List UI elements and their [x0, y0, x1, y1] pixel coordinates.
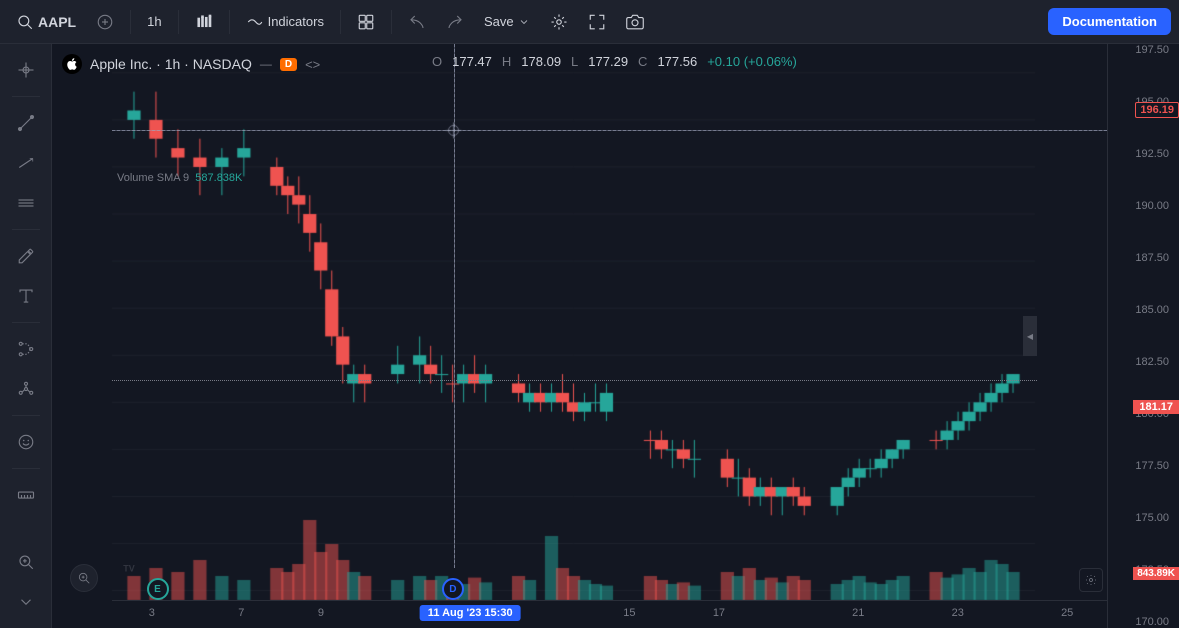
price-tick-label: 192.50 [1135, 148, 1175, 160]
scroll-down-tool[interactable] [8, 584, 44, 620]
time-tick-label: 25 [1061, 607, 1073, 619]
price-tick-label: 177.50 [1135, 460, 1175, 472]
ticker-label: AAPL [38, 14, 76, 30]
save-button[interactable]: Save [476, 10, 538, 33]
chart-company-name: Apple Inc. · 1h · NASDAQ [90, 56, 252, 72]
close-value: 177.56 [657, 54, 697, 69]
time-tick-label: 15 [623, 607, 635, 619]
divider-2 [178, 10, 179, 34]
event-marker-e[interactable]: E [147, 578, 169, 600]
path-tool[interactable] [8, 331, 44, 367]
ruler-tool[interactable] [8, 477, 44, 513]
chart-type-button[interactable] [187, 9, 221, 35]
price-tick-label: 170.00 [1135, 616, 1175, 628]
indicators-button[interactable]: Indicators [238, 9, 332, 35]
save-label: Save [484, 14, 514, 29]
volume-last-label: 843.89K [1133, 567, 1179, 580]
timeframe-button[interactable]: 1h [139, 10, 169, 33]
crosshair-tool[interactable] [8, 52, 44, 88]
dash-line-icon: — [260, 57, 272, 71]
tool-divider-3 [12, 322, 40, 323]
redo-button[interactable] [438, 9, 472, 35]
templates-button[interactable] [349, 9, 383, 35]
left-toolbar [0, 44, 52, 628]
fullscreen-button[interactable] [580, 9, 614, 35]
indicators-label: Indicators [268, 14, 324, 29]
price-label-list: 197.50195.00192.50190.00187.50185.00182.… [1135, 44, 1175, 628]
price-axis: 197.50195.00192.50190.00187.50185.00182.… [1107, 44, 1179, 628]
trendline-tool[interactable] [8, 145, 44, 181]
tool-divider-4 [12, 415, 40, 416]
current-price-label: 196.19 [1135, 102, 1179, 118]
time-tick-label: 21 [852, 607, 864, 619]
emoji-tool[interactable] [8, 424, 44, 460]
change-value: +0.10 (+0.06%) [707, 54, 797, 69]
settings-gear-button[interactable] [1079, 568, 1103, 592]
open-value: 177.47 [452, 54, 492, 69]
add-symbol-button[interactable] [88, 9, 122, 35]
doc-label: Documentation [1062, 14, 1157, 29]
time-tick-label: 3 [149, 607, 155, 619]
code-toggle-icon[interactable]: <> [305, 57, 320, 72]
chart-header: Apple Inc. · 1h · NASDAQ — D <> [62, 54, 320, 74]
ohlc-bar: O177.47 H178.09 L177.29 C177.56 +0.10 (+… [432, 54, 797, 69]
candlestick-chart[interactable] [52, 44, 1107, 628]
cluster-tool[interactable] [8, 371, 44, 407]
time-tick-label: 11 Aug '23 15:30 [420, 605, 521, 621]
price-tick-label: 185.00 [1135, 304, 1175, 316]
line-tool[interactable] [8, 105, 44, 141]
svg-text:TV: TV [123, 563, 134, 573]
volume-label: Volume SMA 9 587.838K [117, 172, 242, 184]
low-value: 177.29 [588, 54, 628, 69]
zoom-button[interactable] [70, 564, 98, 592]
price-tick-label: 182.50 [1135, 356, 1175, 368]
high-value: 178.09 [521, 54, 561, 69]
search-button[interactable]: AAPL [8, 9, 84, 35]
scroll-right-arrow[interactable]: ◀ [1023, 316, 1037, 356]
divider-5 [391, 10, 392, 34]
settings-button[interactable] [542, 9, 576, 35]
event-marker-d[interactable]: D [442, 578, 464, 600]
price-tick-label: 175.00 [1135, 512, 1175, 524]
tool-divider-5 [12, 468, 40, 469]
time-tick-label: 7 [238, 607, 244, 619]
snapshot-button[interactable] [618, 9, 652, 35]
divider-1 [130, 10, 131, 34]
hline-tool[interactable] [8, 185, 44, 221]
time-tick-label: 23 [952, 607, 964, 619]
zoom-in-tool[interactable] [8, 544, 44, 580]
chart-area[interactable]: Apple Inc. · 1h · NASDAQ — D <> O177.47 … [52, 44, 1107, 628]
documentation-button[interactable]: Documentation [1048, 8, 1171, 35]
price-tick-label: 190.00 [1135, 200, 1175, 212]
company-logo [62, 54, 82, 74]
main-area: Apple Inc. · 1h · NASDAQ — D <> O177.47 … [0, 44, 1179, 628]
last-price-label: 181.17 [1133, 400, 1179, 414]
toolbar: AAPL 1h Indicators [0, 0, 1179, 44]
draw-tool[interactable] [8, 238, 44, 274]
time-tick-label: 9 [318, 607, 324, 619]
tool-divider-2 [12, 229, 40, 230]
bottom-controls [1079, 568, 1103, 592]
timeframe-label: 1h [147, 14, 161, 29]
undo-button[interactable] [400, 9, 434, 35]
divider-4 [340, 10, 341, 34]
price-tick-label: 187.50 [1135, 252, 1175, 264]
divider-3 [229, 10, 230, 34]
text-tool[interactable] [8, 278, 44, 314]
chart-mode-badge: D [280, 58, 297, 71]
price-tick-label: 197.50 [1135, 44, 1175, 56]
tool-divider-1 [12, 96, 40, 97]
time-axis: 3 7 9 11 Aug '23 15:30 15 17 21 23 25 [112, 600, 1107, 628]
time-tick-label: 17 [713, 607, 725, 619]
